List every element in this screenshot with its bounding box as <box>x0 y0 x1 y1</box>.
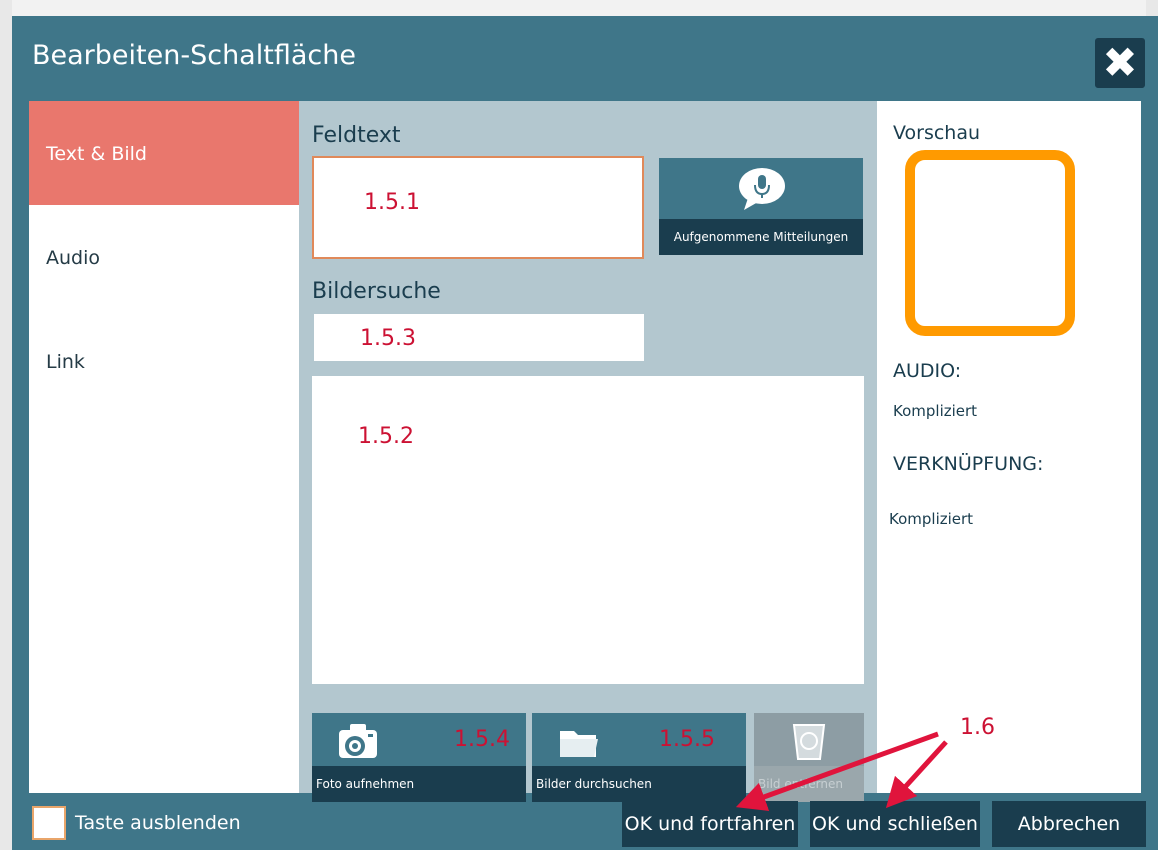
dialog-title: Bearbeiten-Schaltfläche <box>32 40 356 71</box>
sidebar-item-audio[interactable]: Audio <box>29 205 299 309</box>
close-icon: ✖ <box>1102 38 1138 87</box>
ok-continue-button[interactable]: OK und fortfahren <box>622 801 798 847</box>
browse-images-label: Bilder durchsuchen <box>532 766 746 802</box>
image-results-area[interactable]: 1.5.2 <box>312 376 864 684</box>
take-photo-label: Foto aufnehmen <box>312 766 526 802</box>
center-panel: Feldtext 1.5.1 Aufgenommene Mitteilungen… <box>299 101 877 802</box>
cancel-button[interactable]: Abbrechen <box>992 801 1146 847</box>
hide-button-label: Taste ausblenden <box>75 812 241 834</box>
browse-images-button[interactable]: 1.5.5 Bilder durchsuchen <box>532 713 746 802</box>
recorded-messages-button[interactable]: Aufgenommene Mitteilungen <box>659 158 863 255</box>
button-preview <box>905 150 1075 336</box>
sidebar-item-label: Text & Bild <box>46 143 147 165</box>
annotation-1-5-2: 1.5.2 <box>358 424 414 449</box>
audio-value: Kompliziert <box>893 402 978 420</box>
bildersuche-label: Bildersuche <box>312 279 441 304</box>
feldtext-input[interactable]: 1.5.1 <box>312 156 644 259</box>
hide-button-checkbox[interactable] <box>32 806 66 840</box>
preview-title: Vorschau <box>893 122 981 144</box>
sidebar-item-label: Audio <box>46 247 101 269</box>
image-search-input[interactable]: 1.5.3 <box>314 314 644 361</box>
annotation-1-5-5: 1.5.5 <box>659 727 715 752</box>
sidebar-item-text-image[interactable]: Text & Bild <box>29 101 299 205</box>
recorded-messages-label: Aufgenommene Mitteilungen <box>659 219 863 255</box>
take-photo-button[interactable]: 1.5.4 Foto aufnehmen <box>312 713 526 802</box>
link-label: VERKNÜPFUNG: <box>893 453 1044 475</box>
audio-label: AUDIO: <box>893 360 962 382</box>
annotation-1-5-1: 1.5.1 <box>364 190 420 215</box>
folder-icon <box>560 731 598 757</box>
ok-close-button[interactable]: OK und schließen <box>810 801 980 847</box>
close-button[interactable]: ✖ <box>1095 38 1145 88</box>
remove-image-label: Bild entfernen <box>754 766 864 802</box>
annotation-1-5-4: 1.5.4 <box>454 727 510 752</box>
annotation-1-6: 1.6 <box>960 715 995 740</box>
sidebar-item-label: Link <box>46 351 85 373</box>
background-strip-left <box>0 0 12 850</box>
remove-image-button[interactable]: Bild entfernen <box>754 713 864 802</box>
sidebar: Text & Bild Audio Link <box>29 101 299 793</box>
speech-bubble-microphone-icon <box>739 168 785 210</box>
sidebar-item-link[interactable]: Link <box>29 309 299 413</box>
camera-icon <box>339 724 377 758</box>
annotation-1-5-3: 1.5.3 <box>360 326 416 351</box>
link-value: Kompliziert <box>889 510 974 528</box>
feldtext-label: Feldtext <box>312 123 401 148</box>
preview-panel: Vorschau AUDIO: Kompliziert VERKNÜPFUNG:… <box>877 101 1141 793</box>
trash-icon <box>792 724 826 760</box>
